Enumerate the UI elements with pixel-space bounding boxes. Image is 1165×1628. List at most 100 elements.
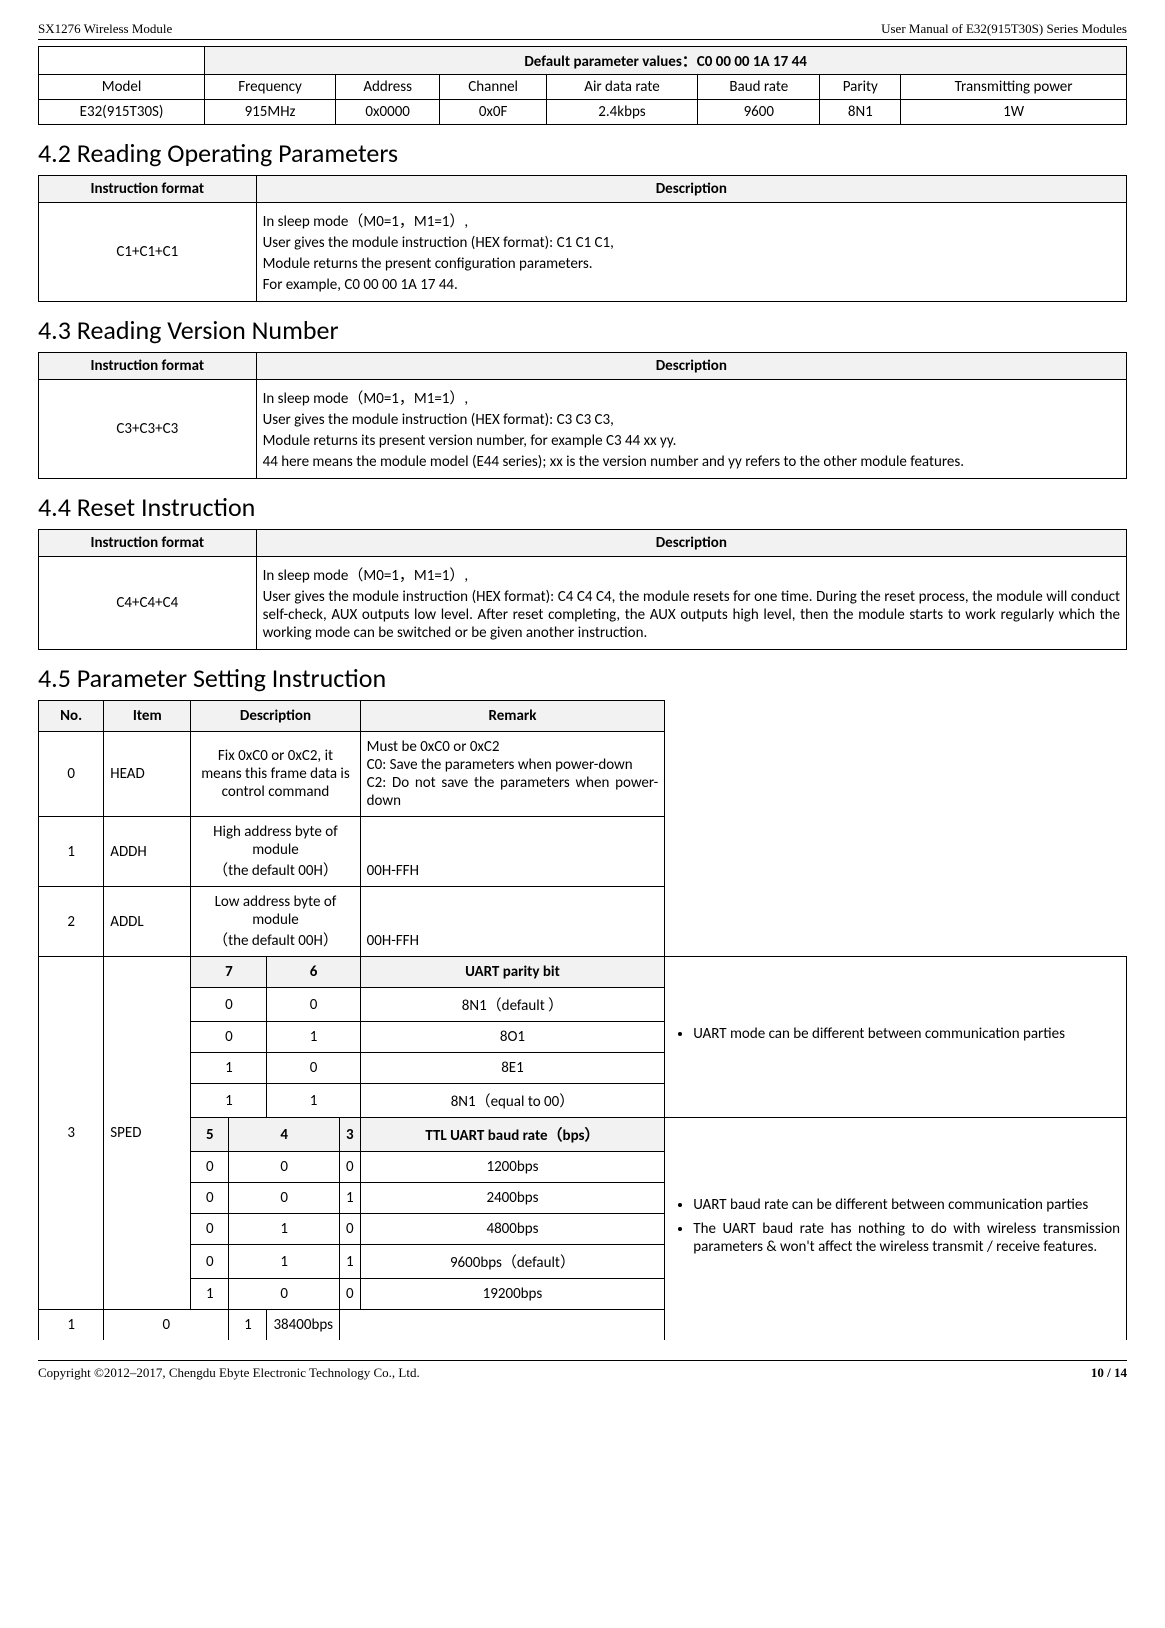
- p-r1c1: 1: [267, 1022, 360, 1053]
- parity-remark-li: UART mode can be different between commu…: [693, 1025, 1120, 1043]
- t1-r1: 915MHz: [205, 100, 336, 125]
- p-r1c2: 8O1: [360, 1022, 665, 1053]
- b-r4c2: 0: [340, 1279, 361, 1310]
- s43-d3: 44 here means the module model (E44 seri…: [263, 453, 1120, 471]
- b-r0c2: 0: [340, 1152, 361, 1183]
- s43-d2: Module returns its present version numbe…: [263, 432, 1120, 450]
- b-r0c1: 0: [229, 1152, 340, 1183]
- s43-fmt: C3+C3+C3: [39, 380, 257, 479]
- s42-desc: In sleep mode（M0=1，M1=1）, User gives the…: [256, 203, 1126, 302]
- page-footer: Copyright ©2012–2017, Chengdu Ebyte Elec…: [38, 1360, 1127, 1381]
- baud-remark-0: UART baud rate can be different between …: [693, 1196, 1120, 1214]
- baud-h1: 4: [229, 1118, 340, 1152]
- header-right: User Manual of E32(915T30S) Series Modul…: [881, 21, 1127, 37]
- footer-left: Copyright ©2012–2017, Chengdu Ebyte Elec…: [38, 1365, 420, 1381]
- b-r4c1: 0: [229, 1279, 340, 1310]
- parity-h1: 6: [267, 957, 360, 988]
- p-r0c2: 8N1（default ）: [360, 988, 665, 1022]
- s43-d0: In sleep mode（M0=1，M1=1）,: [263, 387, 1120, 408]
- sec-45-title: 4.5 Parameter Setting Instruction: [38, 662, 1127, 694]
- s42-h1: Description: [256, 176, 1126, 203]
- b-r1c0: 0: [191, 1183, 229, 1214]
- s43-h1: Description: [256, 353, 1126, 380]
- s44-h0: Instruction format: [39, 530, 257, 557]
- b-r1c2: 1: [340, 1183, 361, 1214]
- s45-r1-item: ADDH: [104, 817, 191, 887]
- b-r2c2: 0: [340, 1214, 361, 1245]
- sec44-table: Instruction formatDescription C4+C4+C4 I…: [38, 529, 1127, 650]
- t1-h1: Frequency: [205, 75, 336, 100]
- s45-r2-no: 2: [39, 887, 104, 957]
- t1-r7: 1W: [901, 100, 1127, 125]
- s42-d0: In sleep mode（M0=1，M1=1）,: [263, 210, 1120, 231]
- b-r1c3: 2400bps: [360, 1183, 665, 1214]
- b-r0c3: 1200bps: [360, 1152, 665, 1183]
- t1-r5: 9600: [698, 100, 820, 125]
- t1-h5: Baud rate: [698, 75, 820, 100]
- t1-h2: Address: [335, 75, 440, 100]
- parity-h2: UART parity bit: [360, 957, 665, 988]
- s45-r3-no: 3: [39, 957, 104, 1310]
- b-r5c1: 0: [104, 1310, 229, 1341]
- s45-r0-desc: Fix 0xC0 or 0xC2, it means this frame da…: [191, 732, 360, 817]
- s42-d3: For example, C0 00 00 1A 17 44.: [263, 276, 1120, 294]
- b-r2c0: 0: [191, 1214, 229, 1245]
- s45-r1-remark: 00H-FFH: [360, 817, 665, 887]
- b-r3c3: 9600bps（default）: [360, 1245, 665, 1279]
- b-r4c0: 1: [191, 1279, 229, 1310]
- s44-desc: In sleep mode（M0=1，M1=1）, User gives the…: [256, 557, 1126, 650]
- t1-h6: Parity: [820, 75, 901, 100]
- t1-h7: Transmitting power: [901, 75, 1127, 100]
- t1-r4: 2.4kbps: [546, 100, 697, 125]
- baud-h3: TTL UART baud rate（bps）: [360, 1118, 665, 1152]
- page-header: SX1276 Wireless Module User Manual of E3…: [38, 21, 1127, 40]
- s43-desc: In sleep mode（M0=1，M1=1）, User gives the…: [256, 380, 1126, 479]
- s45-h3: Remark: [360, 701, 665, 732]
- s43-h0: Instruction format: [39, 353, 257, 380]
- baud-h0: 5: [191, 1118, 229, 1152]
- s45-r3-item: SPED: [104, 957, 191, 1310]
- s42-fmt: C1+C1+C1: [39, 203, 257, 302]
- b-r2c1: 1: [229, 1214, 340, 1245]
- s45-r0-item: HEAD: [104, 732, 191, 817]
- s42-d1: User gives the module instruction (HEX f…: [263, 234, 1120, 252]
- p-r3c2: 8N1（equal to 00）: [360, 1084, 665, 1118]
- p-r1c0: 0: [191, 1022, 267, 1053]
- t1-r3: 0x0F: [440, 100, 546, 125]
- p-r2c0: 1: [191, 1053, 267, 1084]
- baud-remark-1: The UART baud rate has nothing to do wit…: [693, 1220, 1120, 1256]
- p-r2c1: 0: [267, 1053, 360, 1084]
- sec-43-title: 4.3 Reading Version Number: [38, 314, 1127, 346]
- b-r3c1: 1: [229, 1245, 340, 1279]
- s45-h0: No.: [39, 701, 104, 732]
- s45-r2-desc: Low address byte of module （the default …: [191, 887, 360, 957]
- s45-r2-item: ADDL: [104, 887, 191, 957]
- t1-r2: 0x0000: [335, 100, 440, 125]
- baud-remark: UART baud rate can be different between …: [665, 1118, 1127, 1341]
- sec-44-title: 4.4 Reset Instruction: [38, 491, 1127, 523]
- s44-h1: Description: [256, 530, 1126, 557]
- s42-h0: Instruction format: [39, 176, 257, 203]
- footer-right: 10 / 14: [1091, 1365, 1127, 1381]
- s45-r2-remark: 00H-FFH: [360, 887, 665, 957]
- s44-d0: In sleep mode（M0=1，M1=1）,: [263, 564, 1120, 585]
- p-r3c0: 1: [191, 1084, 267, 1118]
- b-r3c0: 0: [191, 1245, 229, 1279]
- sec42-table: Instruction formatDescription C1+C1+C1 I…: [38, 175, 1127, 302]
- b-r1c1: 0: [229, 1183, 340, 1214]
- t1-r0: E32(915T30S): [39, 100, 205, 125]
- s45-h1: Item: [104, 701, 191, 732]
- sec43-table: Instruction formatDescription C3+C3+C3 I…: [38, 352, 1127, 479]
- t1-h3: Channel: [440, 75, 546, 100]
- s45-r0-no: 0: [39, 732, 104, 817]
- s45-r0-remark: Must be 0xC0 or 0xC2 C0: Save the parame…: [360, 732, 665, 817]
- sec45-table: No. Item Description Remark 0 HEAD Fix 0…: [38, 700, 1127, 1340]
- t1-h4: Air data rate: [546, 75, 697, 100]
- s44-fmt: C4+C4+C4: [39, 557, 257, 650]
- b-r5c0: 1: [39, 1310, 104, 1341]
- b-r5c3: 38400bps: [267, 1310, 340, 1341]
- b-r4c3: 19200bps: [360, 1279, 665, 1310]
- baud-h2: 3: [340, 1118, 361, 1152]
- b-r5c2: 1: [229, 1310, 267, 1341]
- t1-title: Default parameter values：C0 00 00 1A 17 …: [205, 47, 1127, 75]
